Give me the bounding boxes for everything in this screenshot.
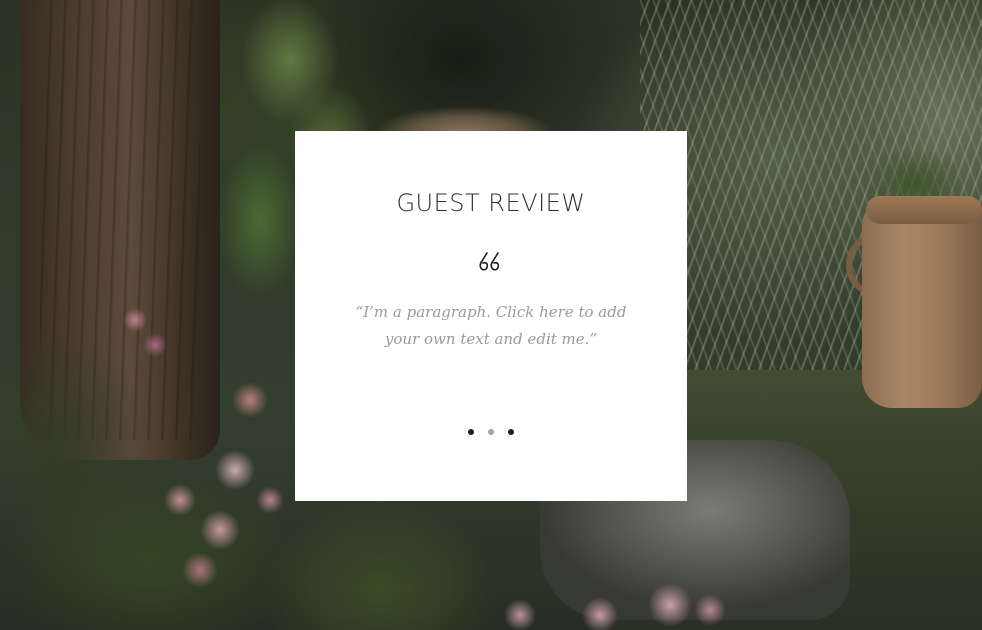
slide-dot-2[interactable] xyxy=(488,429,494,435)
quote-icon xyxy=(295,249,687,275)
review-title: GUEST REVIEW xyxy=(396,189,586,217)
review-card: GUEST REVIEW “I’m a paragraph. Click her… xyxy=(295,131,687,501)
slide-dot-3[interactable] xyxy=(508,429,514,435)
slide-dot-1[interactable] xyxy=(468,429,474,435)
slide-pagination xyxy=(295,429,687,435)
review-text[interactable]: “I’m a paragraph. Click here to add your… xyxy=(345,299,637,353)
